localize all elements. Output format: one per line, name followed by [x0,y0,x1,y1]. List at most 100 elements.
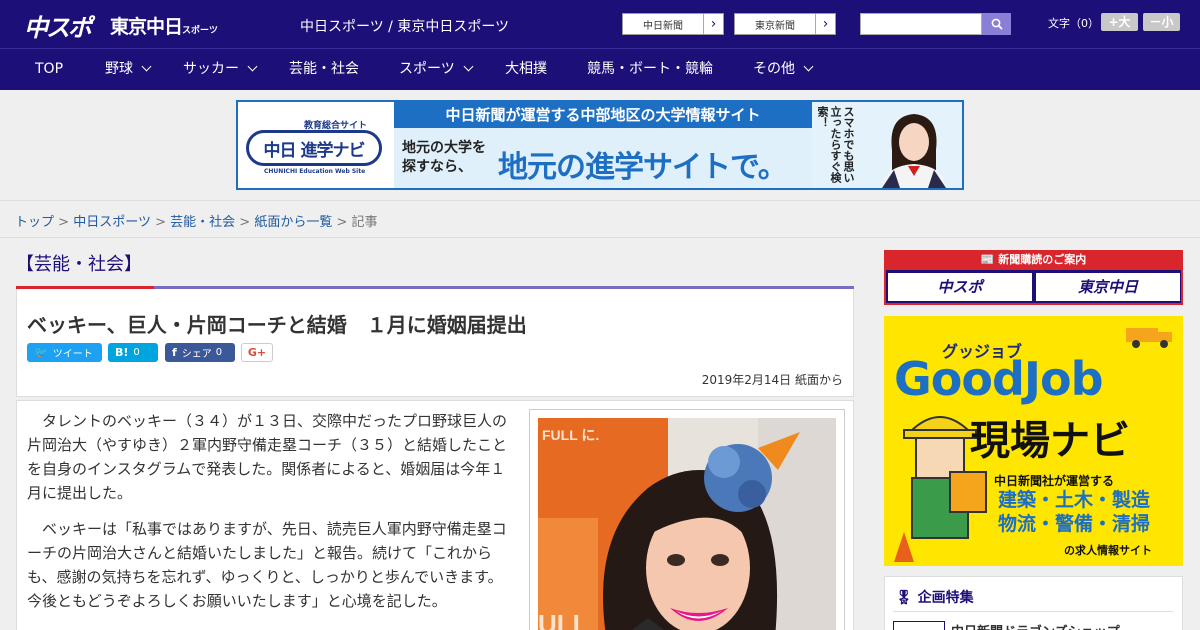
subscribe-chuspo-button[interactable]: 中スポ [888,273,1032,301]
photo-backdrop-text-2: ULL [538,609,589,630]
subscribe-tokyo-chunichi-button[interactable]: 東京中日 [1036,273,1180,301]
feature-box: 🎖 企画特集 中日新聞ドラゴンズショップ [884,576,1183,630]
search-button[interactable] [982,13,1011,35]
facebook-share-count: 0 [215,347,223,358]
tokyo-shimbun-link[interactable]: 東京新聞 › [734,13,836,35]
banner-small-line-1: 地元の大学を [402,140,486,156]
banner-model-image [882,114,946,188]
nav-item-sports[interactable]: スポーツ [399,49,474,91]
goodjob-industries: 建築・土木・製造 物流・警備・清掃 [998,488,1150,536]
feature-title-text: 企画特集 [917,590,974,606]
goodjob-genba-navi: 現場ナビ [970,418,1130,464]
banner-logo-en: CHUNICHI Education Web Site [264,168,366,175]
breadcrumb-current: 記事 [351,215,378,230]
nav-item-label: サッカー [183,61,239,77]
search-icon [991,18,1003,30]
breadcrumb-top[interactable]: トップ [15,215,54,230]
goodjob-logo: GoodJob [894,352,1104,406]
feature-title: 🎖 企画特集 [895,587,974,607]
chevron-right-icon: › [815,14,835,34]
photo-backdrop-text: FULL に. [542,427,599,443]
twitter-icon: 🐦 [34,346,48,359]
banner-model-area: スマホでも思い立ったらすぐ検索！ [812,102,962,188]
hatena-icon: B! [115,346,129,359]
article-text: タレントのベッキー（３４）が１３日、交際中だったプロ野球巨人の片岡治大（やすゆき… [27,409,507,625]
tokyo-chunichi-logo-sub: スポーツ [182,26,218,36]
goodjob-banner[interactable]: グッジョブ GoodJob 現場ナビ 中日新聞社が運営する 建築・土木・製造 物… [884,316,1183,566]
breadcrumb-entertainment[interactable]: 芸能・社会 [170,215,235,230]
facebook-share-label: シェア [181,349,212,360]
font-size-label: 文字（0） [1048,17,1099,30]
subscription-box: 📰 新聞購読のご案内 中スポ 東京中日 [884,250,1183,305]
article-photo-frame: FULL に. ULL [529,409,845,630]
article-paragraph: タレントのベッキー（３４）が１３日、交際中だったプロ野球巨人の片岡治大（やすゆき… [27,412,508,502]
article-paragraph: ベッキーは「私事ではありますが、先日、読売巨人軍内野守備走塁コーチの片岡治大さん… [27,520,507,610]
breadcrumb-chunichi-sports[interactable]: 中日スポーツ [73,215,151,230]
shingaku-navi-logo: 中日 進学ナビ [246,130,382,166]
nav-item-sumo[interactable]: 大相撲 [505,49,547,91]
hatena-bookmark-button[interactable]: B! 0 [108,343,158,362]
tokyo-chunichi-logo[interactable]: 東京中日スポーツ [110,12,218,39]
banner-vertical-copy: スマホでも思い立ったらすぐ検索！ [816,106,855,183]
chevron-down-icon [141,61,152,72]
nav-item-label: スポーツ [399,61,455,77]
article-dateline: 2019年2月14日 紙面から [701,373,843,387]
tokyo-shimbun-label: 東京新聞 [755,20,795,32]
truck-icon [1126,328,1172,348]
article-body: タレントのベッキー（３４）が１３日、交際中だったプロ野球巨人の片岡治大（やすゆき… [16,400,854,630]
banner-small-copy: 地元の大学を 探すなら、 [402,139,486,177]
banner-body: 地元の大学を 探すなら、 地元の進学サイトで。 [394,128,812,188]
category-label: 【芸能・社会】 [16,254,142,275]
banner-big-copy: 地元の進学サイトで。 [498,150,788,185]
tweet-label: ツイート [52,349,93,360]
facebook-share-button[interactable]: f シェア 0 [165,343,235,362]
site-brand-text[interactable]: 中日スポーツ / 東京中日スポーツ [300,16,509,36]
feature-divider [893,611,1173,612]
search-input[interactable] [860,13,982,35]
nav-item-label: 競馬・ボート・競輪 [587,61,713,77]
breadcrumb-paper-list[interactable]: 紙面から一覧 [254,215,332,230]
article-headline: ベッキー、巨人・片岡コーチと結婚 １月に婚姻届提出 [27,313,527,337]
goodjob-industries-line-1: 建築・土木・製造 [998,489,1151,511]
breadcrumb-separator: > [239,215,251,230]
article-photo[interactable]: FULL に. ULL [538,418,836,630]
breadcrumb-separator: > [58,215,70,230]
breadcrumb-separator: > [336,215,348,230]
font-size-increase-button[interactable]: +大 [1101,13,1138,31]
nav-item-other[interactable]: その他 [753,49,814,91]
site-header: 中スポ 東京中日スポーツ 中日スポーツ / 東京中日スポーツ 中日新聞 › 東京… [0,0,1200,48]
google-plus-button[interactable]: G+ [241,343,273,362]
tweet-button[interactable]: 🐦 ツイート [27,343,102,362]
breadcrumb: トップ > 中日スポーツ > 芸能・社会 > 紙面から一覧 > 記事 [15,211,378,230]
goodjob-desc: 中日新聞社が運営する [994,474,1115,488]
chunichi-shimbun-label: 中日新聞 [643,20,683,32]
subscription-title: 📰 新聞購読のご案内 [886,250,1181,270]
banner-small-line-2: 探すなら、 [402,159,472,175]
chunichi-shimbun-link[interactable]: 中日新聞 › [622,13,724,35]
chuspo-logo[interactable]: 中スポ [24,8,92,43]
chevron-right-icon: › [703,14,723,34]
chevron-down-icon [247,61,258,72]
banner-logo-area: 教育総合サイト 中日 進学ナビ CHUNICHI Education Web S… [238,102,388,188]
chevron-down-icon [803,61,814,72]
feature-item-link[interactable]: 中日新聞ドラゴンズショップ [951,621,1120,630]
feature-thumbnail[interactable] [893,621,945,630]
nav-item-racing[interactable]: 競馬・ボート・競輪 [587,49,713,91]
tokyo-chunichi-logo-text: 東京中日 [110,16,183,38]
nav-item-baseball[interactable]: 野球 [105,49,152,91]
breadcrumb-separator: > [155,215,166,230]
nav-item-top[interactable]: TOP [35,49,63,91]
nav-item-soccer[interactable]: サッカー [183,49,258,91]
newspaper-icon: 📰 [980,253,999,266]
shingaku-navi-banner[interactable]: 教育総合サイト 中日 進学ナビ CHUNICHI Education Web S… [236,100,964,190]
banner-headline: 中日新聞が運営する中部地区の大学情報サイト [394,102,812,128]
nav-item-entertainment[interactable]: 芸能・社会 [289,49,359,91]
nav-item-label: TOP [35,61,64,77]
facebook-icon: f [172,346,177,359]
font-size-decrease-button[interactable]: －小 [1143,13,1180,31]
subscription-title-text: 新聞購読のご案内 [998,253,1087,266]
breadcrumb-bar: トップ > 中日スポーツ > 芸能・社会 > 紙面から一覧 > 記事 [0,200,1200,238]
nav-item-label: その他 [753,61,795,77]
hatena-count: 0 [133,347,140,358]
goodjob-industries-line-2: 物流・警備・清掃 [998,513,1151,535]
